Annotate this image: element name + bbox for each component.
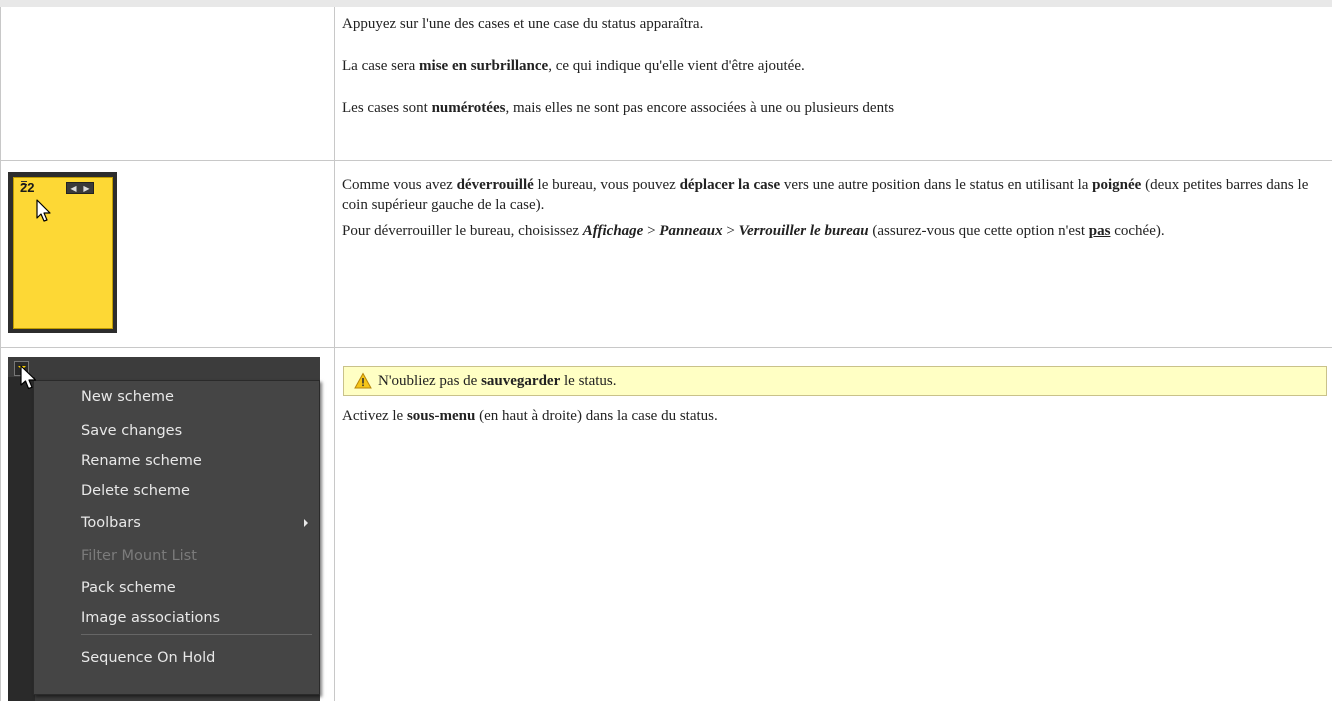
- menu-item-filter-mount-list: Filter Mount List: [81, 548, 197, 564]
- menu-item-rename-scheme[interactable]: Rename scheme: [81, 451, 202, 471]
- bold-text: sauvegarder: [481, 372, 561, 389]
- submenu-arrow-icon: [304, 519, 308, 527]
- arrow-right-icon[interactable]: ▶: [83, 184, 89, 193]
- menu-item-toolbars[interactable]: Toolbars: [81, 513, 316, 533]
- row-divider-1: [0, 160, 1332, 161]
- row1-para-1: La case sera mise en surbrillance, ce qu…: [342, 58, 805, 74]
- menu-path-text: Affichage: [582, 223, 644, 239]
- row-1-text: Appuyez sur l'une des cases et une case …: [342, 14, 1327, 118]
- menu-item-new-scheme[interactable]: New scheme: [81, 387, 174, 407]
- menu-path-text: Panneaux: [659, 223, 723, 239]
- row-divider-2: [0, 347, 1332, 348]
- context-menu-screenshot: New scheme Save changes Rename scheme Delet…: [8, 357, 320, 701]
- menu-item-sequence-on-hold[interactable]: Sequence On Hold: [81, 648, 215, 668]
- row-3-text: Activez le sous-menu (en haut à droite) …: [342, 406, 1327, 426]
- left-border: [0, 7, 1, 701]
- row2-para-1: Pour déverrouiller le bureau, choisissez…: [342, 223, 1165, 239]
- warning-text: N'oubliez pas de sauvegarder le status.: [378, 372, 617, 389]
- bold-text: numérotées: [431, 100, 506, 116]
- top-band: [0, 0, 1332, 7]
- row1-para-0: Appuyez sur l'une des cases et une case …: [342, 16, 704, 32]
- menu-item-image-associations[interactable]: Image associations: [81, 608, 220, 628]
- menu-separator: [81, 634, 312, 635]
- warning-note: N'oubliez pas de sauvegarder le status.: [343, 366, 1327, 396]
- mouse-cursor-icon: [36, 199, 51, 222]
- side-panel: [8, 377, 35, 701]
- bold-text: déplacer la case: [679, 177, 781, 193]
- case-nav-arrows[interactable]: ◀ ▶: [66, 182, 94, 194]
- status-case-screenshot: 22 ◀ ▶: [8, 172, 117, 333]
- menu-item-pack-scheme[interactable]: Pack scheme: [81, 578, 176, 598]
- context-menu: New scheme Save changes Rename scheme Delet…: [33, 380, 320, 695]
- row3-para-0: Activez le sous-menu (en haut à droite) …: [342, 408, 718, 424]
- arrow-left-icon[interactable]: ◀: [70, 184, 76, 193]
- column-divider: [334, 7, 335, 701]
- bold-text: poignée: [1092, 177, 1142, 193]
- menu-item-delete-scheme[interactable]: Delete scheme: [81, 481, 190, 501]
- warning-icon: [354, 372, 372, 389]
- emphasis-text: pas: [1088, 223, 1111, 239]
- status-case[interactable]: 22 ◀ ▶: [13, 177, 113, 329]
- bold-text: déverrouillé: [456, 177, 534, 193]
- row-2-text: Comme vous avez déverrouillé le bureau, …: [342, 175, 1327, 241]
- bold-text: mise en surbrillance: [419, 58, 549, 74]
- case-number: 22: [20, 180, 35, 195]
- bold-text: sous-menu: [406, 408, 476, 424]
- mouse-cursor-icon: [20, 365, 37, 390]
- row1-para-2: Les cases sont numérotées, mais elles ne…: [342, 100, 895, 116]
- row2-para-0: Comme vous avez déverrouillé le bureau, …: [342, 177, 1309, 213]
- menu-item-save-changes[interactable]: Save changes: [81, 421, 182, 441]
- menu-path-text: Verrouiller le bureau: [738, 223, 869, 239]
